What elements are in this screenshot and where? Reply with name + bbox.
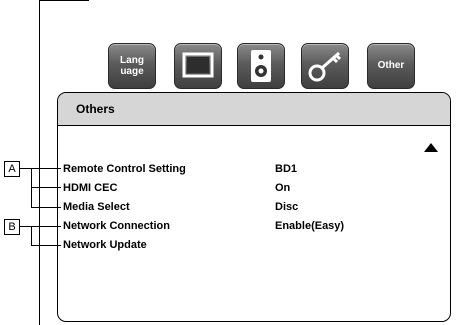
scroll-up-arrow-icon[interactable]: [424, 143, 438, 152]
callout-b: B: [4, 219, 20, 235]
callout-a: A: [4, 161, 20, 177]
panel-header: Others: [58, 93, 450, 126]
language-tab[interactable]: Lang uage: [108, 43, 156, 89]
screen-frame-top: [39, 0, 89, 1]
callout-b-line-1: [31, 226, 61, 227]
language-tab-label-2: uage: [120, 66, 144, 77]
menu-item-network-update[interactable]: Network Update: [63, 239, 147, 251]
callout-a-line-3: [31, 207, 61, 208]
callout-a-line-1: [31, 168, 61, 169]
lock-tab[interactable]: [301, 43, 349, 89]
other-tab[interactable]: Other: [367, 43, 415, 89]
menu-item-hdmi-cec[interactable]: HDMI CEC: [63, 182, 117, 194]
audio-tab[interactable]: [237, 43, 285, 89]
screen-frame-edge: [39, 0, 40, 325]
display-tab[interactable]: [174, 43, 222, 89]
hdmi-cec-value: On: [275, 182, 291, 194]
menu-item-media-select[interactable]: Media Select: [63, 201, 130, 213]
other-tab-label: Other: [377, 60, 405, 71]
menu-item-remote-control-setting[interactable]: Remote Control Setting: [63, 163, 186, 175]
callout-b-line: [19, 226, 31, 227]
monitor-icon: [182, 52, 214, 78]
key-icon: [308, 51, 342, 82]
network-connection-value: Enable(Easy): [275, 220, 345, 232]
language-tab-label-1: Lang: [120, 55, 144, 66]
media-select-value: Disc: [275, 201, 299, 213]
callout-a-line: [19, 168, 31, 169]
menu-item-network-connection[interactable]: Network Connection: [63, 220, 170, 232]
panel-title: Others: [76, 102, 115, 116]
callout-a-line-2: [31, 187, 61, 188]
remote-control-setting-value: BD1: [275, 163, 298, 175]
speaker-icon: [251, 50, 271, 82]
others-panel: Others Remote Control Setting BD1 HDMI C…: [57, 92, 451, 322]
callout-b-line-2: [31, 245, 61, 246]
callout-b-bracket: [31, 226, 32, 246]
